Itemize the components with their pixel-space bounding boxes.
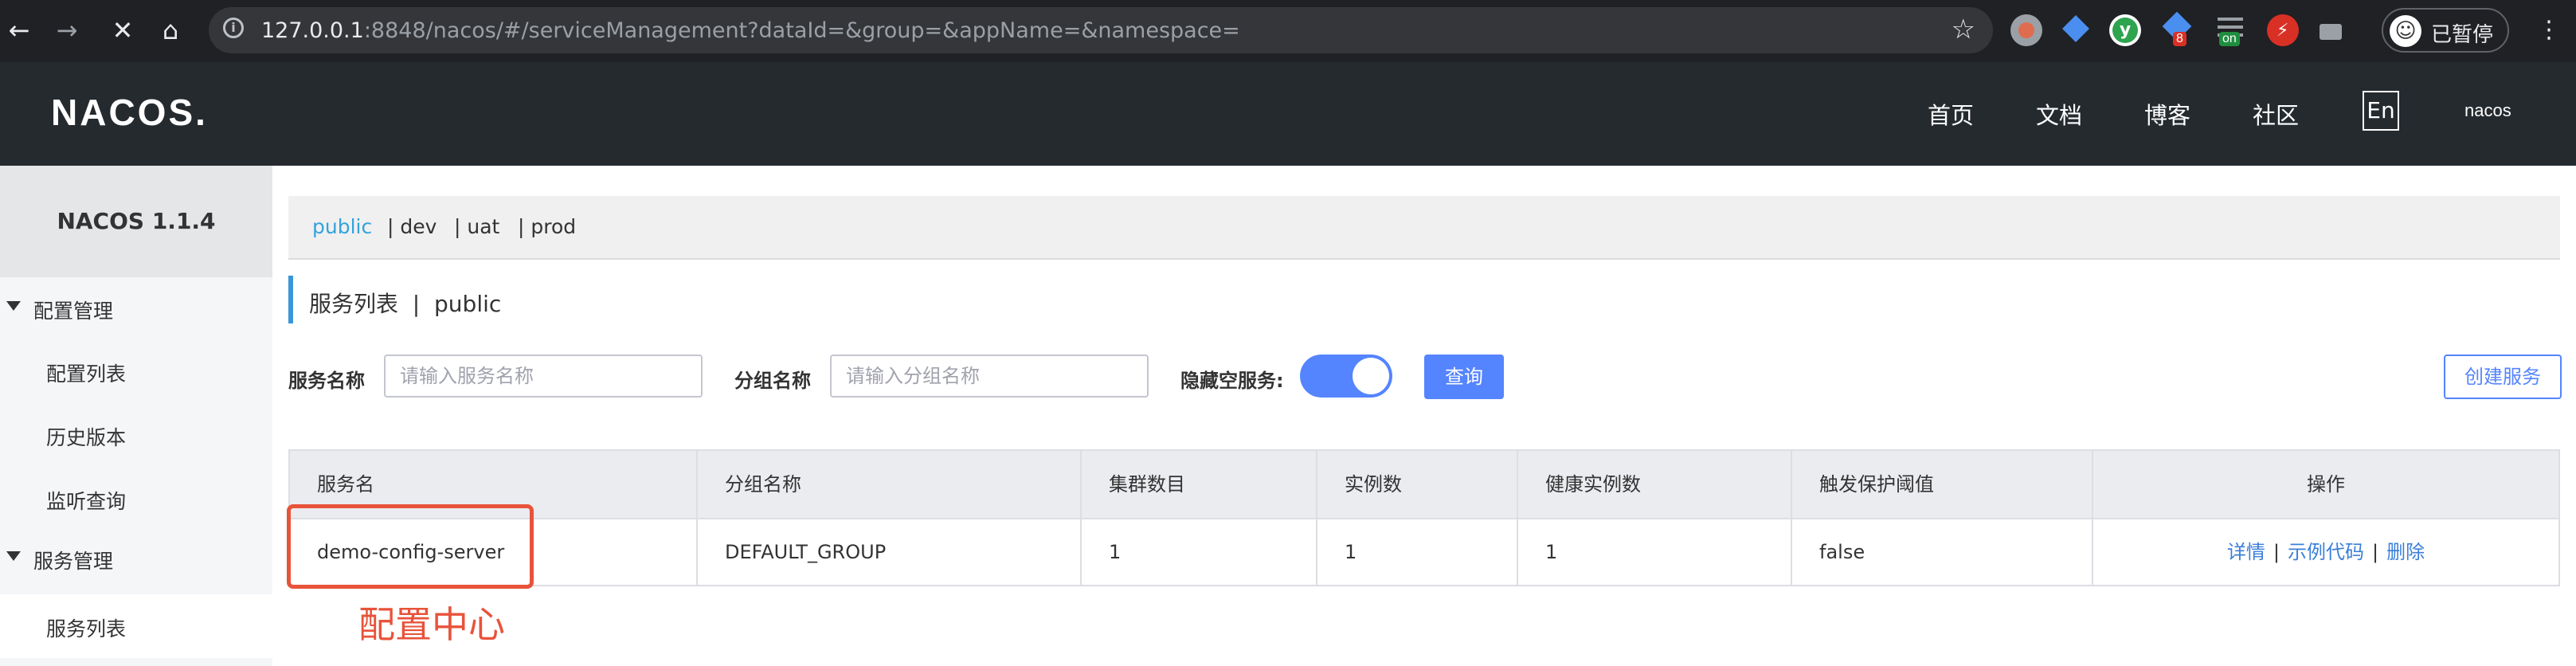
extension-badge: 8 <box>2173 32 2186 46</box>
service-name-input[interactable] <box>384 355 703 398</box>
sidebar-group-label: 配置管理 <box>33 300 114 323</box>
hide-empty-label: 隐藏空服务: <box>1180 370 1284 392</box>
home-icon[interactable]: ⌂ <box>155 14 186 46</box>
group-name-input[interactable] <box>830 355 1149 398</box>
sidebar-group-service[interactable]: 服务管理 <box>0 531 272 586</box>
avatar: ☺ <box>2390 15 2421 47</box>
extension-badge: on <box>2219 32 2240 46</box>
browser-toolbar: ← → ✕ ⌂ i 127.0.0.1:8848/nacos/#/service… <box>0 0 2576 62</box>
service-name-label: 服务名称 <box>288 370 365 392</box>
profile-button[interactable]: ☺ 已暂停 <box>2382 8 2509 53</box>
cell-healthy-count: 1 <box>1518 519 1792 585</box>
url-path: :8848/nacos/#/serviceManagement?dataId=&… <box>363 18 1240 43</box>
cell-protect-threshold: false <box>1792 519 2093 585</box>
version-label: NACOS 1.1.4 <box>0 166 272 277</box>
nav-blog[interactable]: 博客 <box>2144 97 2190 131</box>
nav-docs[interactable]: 文档 <box>2036 97 2082 131</box>
url-text[interactable]: 127.0.0.1:8848/nacos/#/serviceManagement… <box>261 18 1240 43</box>
namespace-public[interactable]: public <box>312 215 372 238</box>
cell-cluster-count: 1 <box>1082 519 1317 585</box>
nav-community[interactable]: 社区 <box>2253 97 2299 131</box>
page-title: 服务列表 | public <box>309 291 502 317</box>
language-switch-button[interactable]: En <box>2363 91 2399 131</box>
header-healthy-count: 健康实例数 <box>1518 451 1792 518</box>
extension-briefcase-icon[interactable] <box>2315 14 2347 46</box>
header-group-name: 分组名称 <box>698 451 1082 518</box>
back-arrow-icon[interactable]: ← <box>3 14 35 46</box>
toggle-knob <box>1353 358 1389 394</box>
bookmark-star-icon[interactable]: ☆ <box>1952 14 1975 45</box>
highlight-box <box>287 504 534 589</box>
annotation-label: 配置中心 <box>358 603 505 646</box>
nacos-logo[interactable]: NACOS. <box>51 91 208 134</box>
header-instance-count: 实例数 <box>1317 451 1518 518</box>
url-host: 127.0.0.1 <box>261 18 364 43</box>
header-protect-threshold: 触发保护阈值 <box>1792 451 2093 518</box>
sidebar-item-config-list[interactable]: 配置列表 <box>0 339 272 403</box>
group-name-label: 分组名称 <box>734 370 811 392</box>
sidebar-item-listener-query[interactable]: 监听查询 <box>0 467 272 531</box>
sidebar-group-config[interactable]: 配置管理 <box>0 280 272 336</box>
stop-loading-icon[interactable]: ✕ <box>107 14 139 46</box>
table-header: 服务名 分组名称 集群数目 实例数 健康实例数 触发保护阈值 操作 <box>290 451 2558 519</box>
table-row: demo-config-server DEFAULT_GROUP 1 1 1 f… <box>290 519 2558 585</box>
op-separator: | <box>2273 541 2280 563</box>
extension-diamond-icon[interactable] <box>2060 14 2092 46</box>
sidebar-item-label: 监听查询 <box>46 490 127 513</box>
hide-empty-toggle[interactable] <box>1300 355 1392 398</box>
forward-arrow-icon[interactable]: → <box>51 14 83 46</box>
site-info-icon[interactable]: i <box>223 18 244 38</box>
header-operations: 操作 <box>2307 473 2345 496</box>
namespace-bar: public | dev | uat | prod <box>288 196 2560 260</box>
address-bar[interactable]: i 127.0.0.1:8848/nacos/#/serviceManageme… <box>209 7 1993 53</box>
caret-down-icon <box>6 301 21 311</box>
profile-label: 已暂停 <box>2431 23 2494 47</box>
extension-green-y-icon[interactable]: y <box>2109 14 2141 46</box>
query-button[interactable]: 查询 <box>1424 355 1504 399</box>
sidebar-item-label: 历史版本 <box>46 426 127 449</box>
sidebar-item-history[interactable]: 历史版本 <box>0 403 272 467</box>
namespace-prod[interactable]: | prod <box>518 215 576 238</box>
service-table: 服务名 分组名称 集群数目 实例数 健康实例数 触发保护阈值 操作 demo-c… <box>288 449 2560 586</box>
sidebar-item-label: 服务列表 <box>46 617 127 641</box>
delete-link[interactable]: 删除 <box>2386 541 2425 563</box>
cell-operations: 详情 | 示例代码 | 删除 <box>2093 519 2558 585</box>
page-title-bar: 服务列表 | public <box>288 276 501 323</box>
cell-instance-count: 1 <box>1317 519 1518 585</box>
detail-link[interactable]: 详情 <box>2227 541 2265 563</box>
create-service-button[interactable]: 创建服务 <box>2444 355 2562 399</box>
sidebar: NACOS 1.1.4 配置管理 配置列表 历史版本 监听查询 服务管理 服务列… <box>0 166 272 666</box>
caret-down-icon <box>6 551 21 561</box>
namespace-uat[interactable]: | uat <box>454 215 499 238</box>
extension-red-circle-icon[interactable] <box>2010 14 2042 46</box>
sidebar-group-label: 服务管理 <box>33 550 114 573</box>
app-header: NACOS. 首页 文档 博客 社区 En nacos <box>0 62 2576 166</box>
extension-red-plug-icon[interactable]: ⚡ <box>2267 14 2299 46</box>
nav-home[interactable]: 首页 <box>1928 97 1974 131</box>
op-separator: | <box>2372 541 2379 563</box>
sidebar-item-label: 配置列表 <box>46 362 127 386</box>
sidebar-item-service-list[interactable]: 服务列表 <box>0 594 272 658</box>
namespace-dev[interactable]: | dev <box>387 215 437 238</box>
cell-group-name: DEFAULT_GROUP <box>698 519 1082 585</box>
user-name[interactable]: nacos <box>2464 100 2511 121</box>
sample-code-link[interactable]: 示例代码 <box>2288 541 2364 563</box>
browser-menu-icon[interactable]: ⋮ <box>2537 13 2561 48</box>
header-cluster-count: 集群数目 <box>1082 451 1317 518</box>
